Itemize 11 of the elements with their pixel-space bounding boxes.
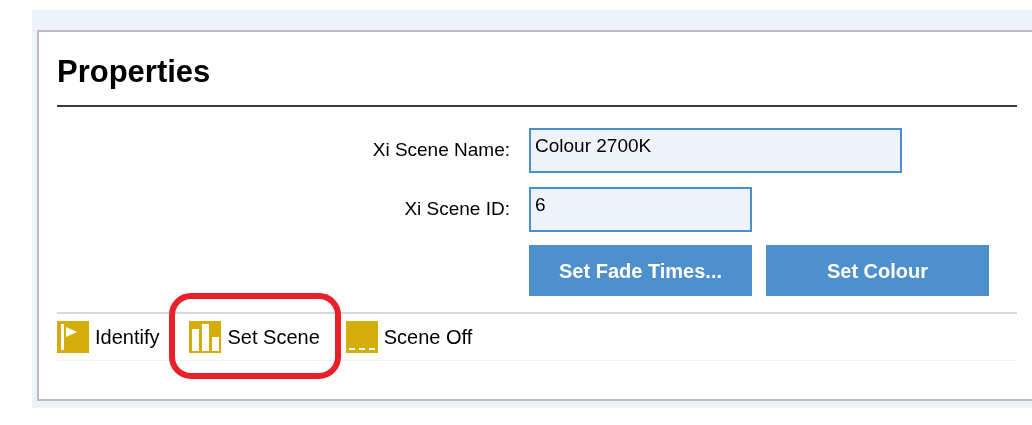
input-field[interactable]: 6 <box>529 187 752 232</box>
toolbar-button[interactable]: Scene Off <box>345 321 473 353</box>
toolbar-button[interactable]: Set Scene <box>189 321 320 353</box>
input-field[interactable]: Colour 2700K <box>529 128 902 173</box>
flag-icon <box>57 321 89 353</box>
field-label: Xi Scene ID: <box>403 197 510 222</box>
bar-chart-icon <box>189 321 222 353</box>
panel-title: Properties <box>57 53 212 91</box>
field-label: Xi Scene Name: <box>371 138 510 163</box>
toolbar-button[interactable]: Identify <box>57 321 160 353</box>
dashes-icon <box>345 321 378 353</box>
